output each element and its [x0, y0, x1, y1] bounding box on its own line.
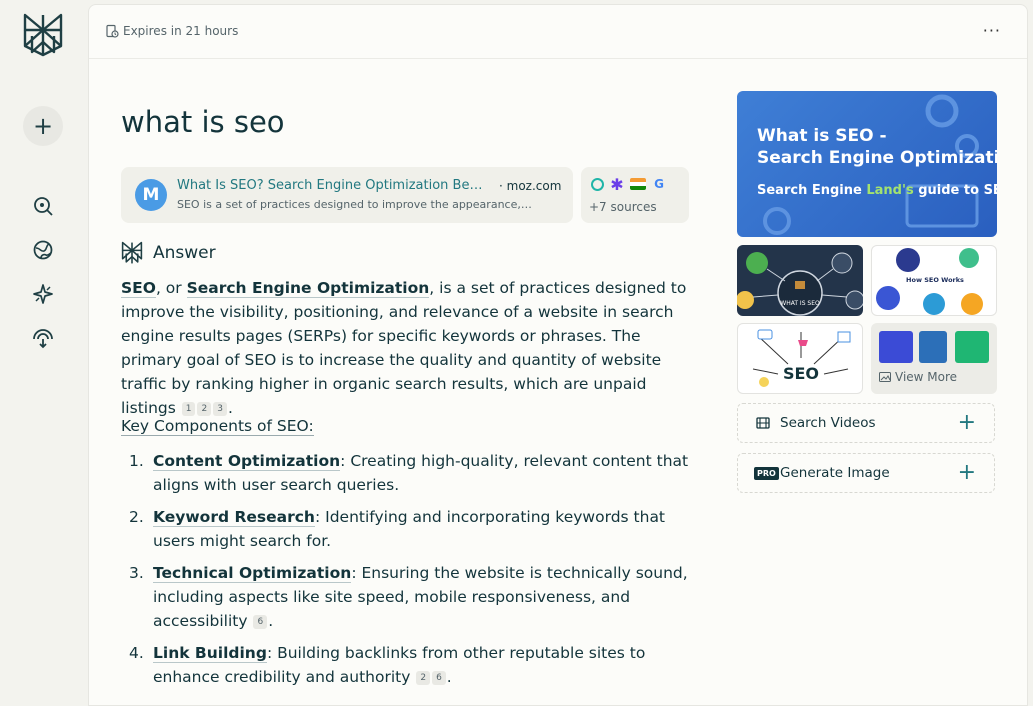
section-heading[interactable]: Key Components of SEO:: [121, 417, 314, 436]
list-number: 2.: [129, 508, 144, 526]
asterisk-favicon-icon: ✱: [610, 174, 624, 194]
hero-subtitle-text: guide to SEO: [918, 183, 997, 198]
plus-icon: +: [957, 410, 976, 435]
image-thumbnail[interactable]: How SEO Works: [871, 245, 997, 316]
view-more-link[interactable]: View More: [879, 370, 957, 384]
list-item: 4. Link Building: Building backlinks fro…: [121, 641, 701, 689]
citation-badge[interactable]: 1: [181, 401, 196, 416]
citation-badge[interactable]: 2: [197, 401, 212, 416]
intro-text: , or: [155, 279, 187, 297]
answer-body: SEO, or Search Engine Optimization, is a…: [121, 276, 689, 420]
query-title: what is seo: [121, 105, 285, 139]
expiry-status: Expires in 21 hours: [105, 24, 238, 38]
answer-label: Answer: [153, 243, 216, 263]
mini-thumbnail: [879, 331, 913, 363]
library-icon[interactable]: [32, 327, 54, 349]
more-sources-button[interactable]: ✱ G +7 sources: [581, 167, 689, 223]
list-term[interactable]: Technical Optimization: [153, 564, 352, 583]
citation-badge[interactable]: 2: [416, 670, 431, 685]
pro-badge: PRO: [754, 467, 779, 480]
ring-favicon-icon: [591, 177, 604, 191]
sidebar: +: [0, 0, 88, 706]
image-icon: [879, 372, 891, 382]
hero-title-line: Search Engine Optimization?: [757, 148, 997, 168]
film-icon: [756, 417, 770, 429]
thread-topbar: Expires in 21 hours ···: [89, 5, 1027, 59]
answer-heading: Answer: [121, 241, 216, 265]
answer-intro: SEO, or Search Engine Optimization, is a…: [121, 279, 687, 417]
citation-badge[interactable]: 6: [253, 614, 268, 629]
term-seo[interactable]: SEO: [121, 279, 156, 298]
hero-subtitle-text: Search Engine: [757, 183, 867, 198]
source-favicons: ✱ G: [591, 174, 666, 194]
hero-highlight: Land's: [866, 183, 914, 198]
hero-title-line: What is SEO -: [757, 126, 887, 146]
search-videos-label: Search Videos: [780, 415, 876, 431]
spaces-sparkle-icon[interactable]: [32, 283, 54, 305]
discover-globe-icon[interactable]: [32, 239, 54, 261]
generate-image-button[interactable]: PRO Generate Image +: [737, 453, 995, 493]
term-search-engine-optimization[interactable]: Search Engine Optimization: [186, 279, 430, 298]
new-thread-button[interactable]: +: [23, 106, 63, 146]
intro-text: , is a set of practices designed to impr…: [121, 279, 687, 417]
sources-count-label: +7 sources: [589, 200, 657, 214]
source-snippet: SEO is a set of practices designed to im…: [177, 198, 532, 211]
list-term[interactable]: Keyword Research: [153, 508, 315, 527]
citation-badge[interactable]: 3: [213, 401, 227, 416]
hero-image[interactable]: What is SEO - Search Engine Optimization…: [737, 91, 997, 237]
view-more-images-button[interactable]: View More: [871, 323, 997, 394]
perplexity-logo-icon[interactable]: [22, 12, 64, 58]
mini-thumbnail: [919, 331, 947, 363]
list-term[interactable]: Content Optimization: [153, 452, 341, 471]
search-videos-button[interactable]: Search Videos +: [737, 403, 995, 443]
plus-icon: +: [957, 460, 976, 485]
view-more-label: View More: [895, 370, 958, 384]
list-item: 3. Technical Optimization: Ensuring the …: [121, 561, 701, 633]
list-item: 1. Content Optimization: Creating high-q…: [121, 449, 701, 497]
how-seo-works-icon: How SEO Works: [876, 248, 983, 315]
mini-thumbnail: [955, 331, 989, 363]
more-options-button[interactable]: ···: [983, 21, 1001, 40]
search-icon[interactable]: [32, 195, 54, 217]
generate-image-label: Generate Image: [780, 465, 890, 481]
plus-icon: +: [32, 112, 54, 140]
hero-subtitle: Search Engine Land's guide to SEO: [757, 183, 997, 198]
perplexity-answer-icon: [121, 241, 143, 264]
image-thumbnail[interactable]: SEO: [737, 323, 863, 394]
list-number: 4.: [129, 644, 144, 662]
list-number: 1.: [129, 452, 144, 470]
expires-label: Expires in 21 hours: [123, 24, 239, 38]
source-domain: · moz.com: [499, 179, 562, 193]
source-title[interactable]: What Is SEO? Search Engine Optimization …: [177, 178, 482, 193]
list-item: 2. Keyword Research: Identifying and inc…: [121, 505, 701, 553]
image-thumbnail[interactable]: WHAT IS SEO: [737, 245, 863, 316]
google-favicon-icon: G: [654, 177, 664, 191]
thumb1-text: WHAT IS SEO: [780, 300, 820, 307]
source-card[interactable]: M What Is SEO? Search Engine Optimizatio…: [121, 167, 573, 223]
india-flag-favicon-icon: [630, 178, 646, 190]
thread-panel: Expires in 21 hours ··· what is seo M Wh…: [88, 4, 1028, 706]
components-list: 1. Content Optimization: Creating high-q…: [121, 449, 701, 697]
seo-diagram-icon: WHAT IS SEO: [737, 252, 863, 316]
thumb2-text: How SEO Works: [906, 276, 964, 284]
clock-file-icon: [106, 24, 119, 38]
moz-logo-icon: M: [135, 179, 167, 211]
list-number: 3.: [129, 564, 144, 582]
citation-badge[interactable]: 6: [432, 670, 446, 685]
seo-sketch-icon: SEO: [752, 329, 851, 387]
list-term[interactable]: Link Building: [153, 644, 267, 663]
thumb3-text: SEO: [783, 364, 819, 383]
